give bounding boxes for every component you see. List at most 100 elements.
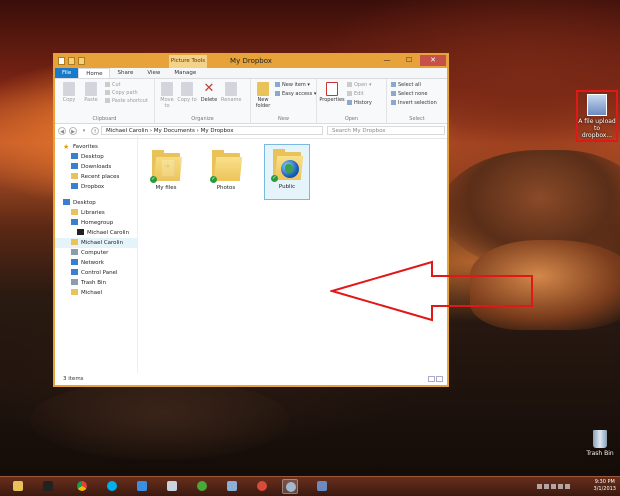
nav-item-desktop-root[interactable]: Desktop — [55, 198, 137, 208]
invert-selection-button[interactable]: Invert selection — [391, 100, 437, 107]
taskbar-active-app[interactable] — [282, 479, 298, 494]
desktop-upload-file-icon[interactable]: A file upload to dropbox... — [576, 90, 618, 142]
tray-icon[interactable] — [544, 484, 549, 489]
nav-item-network[interactable]: Network — [55, 258, 137, 268]
sync-check-icon: ✓ — [150, 176, 157, 183]
copy-path-button[interactable]: Copy path — [105, 90, 138, 97]
nav-item-michael[interactable]: Michael — [55, 288, 137, 298]
taskbar-paint[interactable] — [254, 479, 270, 494]
invert-selection-label: Invert selection — [398, 100, 437, 106]
paste-button[interactable]: Paste — [81, 82, 101, 103]
copy-button[interactable]: Copy — [59, 82, 79, 103]
desktop-trash-bin[interactable]: Trash Bin — [584, 430, 616, 457]
nav-item-dropbox[interactable]: Dropbox — [55, 182, 137, 192]
nav-item-homegroup[interactable]: Homegroup — [55, 218, 137, 228]
recent-locations-button[interactable]: ▾ — [80, 127, 88, 135]
organize-group: Move to Copy to ✕ Delete Rename Organize — [155, 79, 251, 123]
new-folder-button[interactable]: New folder — [253, 82, 273, 109]
nav-item-downloads[interactable]: Downloads — [55, 162, 137, 172]
steam-icon — [43, 481, 53, 491]
downloads-icon — [71, 163, 78, 169]
nav-item-user-michael-carolin[interactable]: Michael Carolin — [55, 228, 137, 238]
select-none-button[interactable]: Select none — [391, 91, 428, 98]
nav-item-computer[interactable]: Computer — [55, 248, 137, 258]
open-button[interactable]: Open ▾ — [347, 82, 371, 89]
tab-manage[interactable]: Manage — [167, 68, 203, 78]
move-to-button[interactable]: Move to — [157, 82, 177, 109]
nav-item-michael-carolin-folder[interactable]: Michael Carolin — [55, 238, 137, 248]
taskbar-dropbox[interactable] — [134, 479, 150, 494]
taskbar-file-explorer[interactable] — [10, 479, 26, 494]
nav-label: Michael Carolin — [87, 230, 130, 236]
taskbar-chrome[interactable] — [74, 479, 90, 494]
nav-item-desktop[interactable]: Desktop — [55, 152, 137, 162]
select-all-button[interactable]: Select all — [391, 82, 421, 89]
folder-icon — [71, 289, 78, 295]
nav-item-trash-bin[interactable]: Trash Bin — [55, 278, 137, 288]
skype-icon — [107, 481, 117, 491]
copy-to-button[interactable]: Copy to — [177, 82, 197, 103]
folder-public[interactable]: ✓ Public — [264, 144, 310, 200]
address-bar[interactable]: Michael Carolin › My Documents › My Drop… — [101, 126, 323, 135]
folder-label: Public — [278, 184, 296, 190]
desktop-icon-label: Trash Bin — [586, 450, 614, 457]
open-label: Open — [354, 82, 368, 88]
tray-icon[interactable] — [537, 484, 542, 489]
history-button[interactable]: History — [347, 100, 372, 107]
minimize-button[interactable]: — — [376, 55, 398, 66]
up-button[interactable]: ↑ — [91, 127, 99, 135]
group-label: Clipboard — [92, 116, 117, 122]
invert-selection-icon — [391, 100, 396, 105]
cut-button[interactable]: Cut — [105, 82, 121, 89]
delete-button[interactable]: ✕ Delete — [199, 82, 219, 104]
move-to-label: Move to — [160, 97, 174, 109]
open-icon — [347, 82, 352, 87]
details-view-button[interactable] — [428, 376, 435, 382]
folder-my-files[interactable]: ✓ My files — [144, 146, 188, 191]
taskbar-steam[interactable] — [40, 479, 56, 494]
dropbox-icon — [137, 481, 147, 491]
properties-button[interactable]: Properties — [319, 82, 345, 103]
nav-label: Computer — [81, 250, 109, 256]
close-button[interactable]: ✕ — [420, 55, 446, 66]
rename-button[interactable]: Rename — [221, 82, 242, 103]
remote-icon — [317, 481, 327, 491]
nav-item-recent-places[interactable]: Recent places — [55, 172, 137, 182]
tab-view[interactable]: View — [140, 68, 167, 78]
maximize-button[interactable]: ☐ — [398, 55, 420, 66]
paste-shortcut-button[interactable]: Paste shortcut — [105, 98, 148, 105]
title-bar[interactable]: My Dropbox Picture Tools — ☐ ✕ — [55, 55, 447, 68]
image-file-icon — [587, 94, 607, 116]
forward-button[interactable]: ▶ — [69, 127, 77, 135]
tab-home[interactable]: Home — [78, 68, 111, 78]
copy-to-icon — [181, 82, 193, 96]
easy-access-button[interactable]: Easy access ▾ — [275, 91, 316, 98]
dropbox-icon — [71, 183, 78, 189]
nav-item-control-panel[interactable]: Control Panel — [55, 268, 137, 278]
nav-item-favorites[interactable]: ★ Favorites — [55, 142, 137, 152]
search-input[interactable]: Search My Dropbox — [327, 126, 445, 135]
desktop-icon-label: A file upload to dropbox... — [578, 118, 616, 139]
back-button[interactable]: ◀ — [58, 127, 66, 135]
tray-icon[interactable] — [551, 484, 556, 489]
clock[interactable]: 9:30 PM 3/1/2013 — [594, 479, 616, 493]
edit-button[interactable]: Edit — [347, 91, 364, 98]
taskbar-remote[interactable] — [314, 479, 330, 494]
taskbar-app[interactable] — [164, 479, 180, 494]
view-switcher — [428, 376, 443, 382]
large-icons-view-button[interactable] — [436, 376, 443, 382]
volume-icon[interactable] — [565, 484, 570, 489]
nav-item-libraries[interactable]: Libraries — [55, 208, 137, 218]
desktop-icon — [63, 199, 70, 205]
tab-file[interactable]: File — [55, 68, 79, 78]
network-icon[interactable] — [558, 484, 563, 489]
folder-photos[interactable]: ✓ Photos — [204, 146, 248, 191]
tab-share[interactable]: Share — [110, 68, 140, 78]
taskbar-notes[interactable] — [224, 479, 240, 494]
taskbar-utorrent[interactable] — [194, 479, 210, 494]
paste-label: Paste — [84, 97, 98, 103]
taskbar-skype[interactable] — [104, 479, 120, 494]
delete-label: Delete — [200, 97, 218, 103]
notes-icon — [227, 481, 237, 491]
new-item-button[interactable]: New item ▾ — [275, 82, 310, 89]
